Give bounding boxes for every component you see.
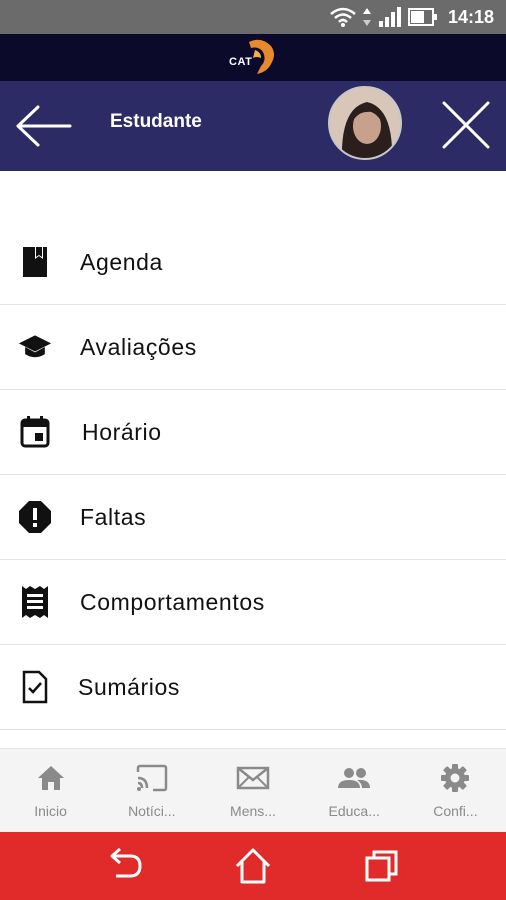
menu-item-label: Sumários [78,673,180,700]
receipt-icon [18,585,52,619]
menu-item-label: Agenda [80,248,163,275]
menu-item-label: Avaliações [80,333,197,360]
cast-icon [135,763,169,793]
system-home-button[interactable] [228,841,278,891]
menu-item-comportamentos[interactable]: Comportamentos [0,560,506,645]
tab-configuracoes[interactable]: Confi... [405,749,506,832]
menu-item-label: Faltas [80,503,147,530]
tab-label: Confi... [433,803,478,819]
menu-item-horario[interactable]: Horário [0,390,506,475]
menu-item-agenda[interactable]: Agenda [0,220,506,305]
menu-item-avaliacoes[interactable]: Avaliações [0,305,506,390]
back-button[interactable] [10,101,74,151]
menu-item-faltas[interactable]: Faltas [0,475,506,560]
menu-item-label: Horário [82,418,162,445]
close-button[interactable] [438,97,494,153]
system-nav-bar [0,832,506,900]
tab-label: Notíci... [128,803,176,819]
status-time: 14:18 [447,6,494,27]
tab-label: Mens... [230,803,276,819]
calendar-icon [18,415,52,449]
avatar[interactable] [328,86,402,160]
tab-mensagens[interactable]: Mens... [202,749,303,832]
recent-apps-icon [365,850,398,882]
logo-text: CAT [229,55,253,68]
close-icon [442,101,490,149]
page-title: Estudante [110,111,202,132]
menu-item-label: Comportamentos [80,588,265,615]
signal-icon [378,7,401,27]
tab-educadores[interactable]: Educa... [304,749,405,832]
menu-item-sumarios[interactable]: Sumários [0,645,506,730]
tab-noticias[interactable]: Notíci... [101,749,202,832]
brand-bar: CAT [0,34,506,81]
wifi-icon [330,7,356,27]
graduation-cap-icon [18,330,52,364]
tab-label: Educa... [328,803,380,819]
system-back-button[interactable] [99,841,149,891]
undo-arrow-icon [110,847,142,878]
menu-list: Agenda Avaliações Horário Faltas Comport… [0,220,506,730]
bookmark-book-icon [18,245,52,279]
tab-label: Inicio [34,803,67,819]
arrow-left-icon [16,105,72,147]
mail-icon [236,763,270,793]
school-logo: CAT [227,38,279,78]
tab-inicio[interactable]: Inicio [0,749,101,832]
home-icon [34,763,68,793]
data-transfer-icon [362,8,371,26]
checked-document-icon [18,670,52,704]
app-header: Estudante [0,81,506,171]
people-icon [337,763,371,793]
gear-icon [438,763,472,793]
system-recents-button[interactable] [357,841,407,891]
alert-octagon-icon [18,500,52,534]
bottom-tab-bar: Inicio Notíci... Mens... Educa... Confi.… [0,748,506,832]
status-bar: 14:18 [0,0,506,34]
home-outline-icon [235,848,271,884]
battery-icon [407,8,437,26]
